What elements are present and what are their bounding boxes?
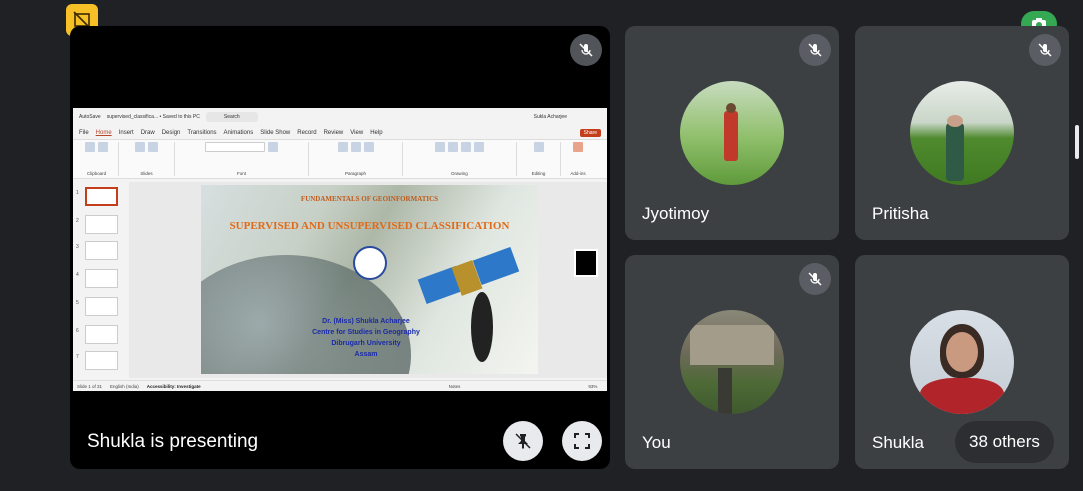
menu-draw: Draw xyxy=(140,129,155,136)
menu-help: Help xyxy=(370,129,383,136)
ppt-title-bar: AutoSave supervised_classifica... • Save… xyxy=(73,108,607,126)
slide-title: SUPERVISED AND UNSUPERVISED CLASSIFICATI… xyxy=(229,220,510,232)
author-name: Dr. (Miss) Shukla Acharjee xyxy=(322,318,410,325)
menu-review: Review xyxy=(323,129,344,136)
satellite-dish xyxy=(471,292,493,362)
ppt-ribbon: Clipboard Slides Font Paragraph Drawing … xyxy=(73,139,607,179)
ppt-user: Sukla Acharjee xyxy=(533,114,567,120)
slide-thumb xyxy=(85,187,118,206)
ribbon-group-addins: Add-ins xyxy=(565,142,595,176)
avatar xyxy=(680,310,784,414)
autosave-label: AutoSave xyxy=(79,114,101,120)
slide-thumbnails: 1 2 3 4 5 6 7 xyxy=(73,182,125,378)
menu-insert: Insert xyxy=(118,129,134,136)
slide-thumb xyxy=(85,215,118,234)
university-logo xyxy=(353,246,387,280)
powerpoint-window: AutoSave supervised_classifica... • Save… xyxy=(73,108,607,391)
participant-tile-you[interactable]: You xyxy=(625,255,839,469)
avatar xyxy=(680,81,784,185)
menu-design: Design xyxy=(161,129,181,136)
menu-transitions: Transitions xyxy=(187,129,217,136)
slide-count: Slide 1 of 31 xyxy=(77,383,103,389)
ppt-search: Search xyxy=(205,112,258,122)
slide-thumb xyxy=(85,325,118,344)
ribbon-group-slides: Slides xyxy=(123,142,175,176)
mic-off-icon xyxy=(799,263,831,295)
slide-author: Dr. (Miss) Shukla Acharjee Centre for St… xyxy=(291,316,441,360)
slide-thumb xyxy=(85,269,118,288)
slide-thumb xyxy=(85,297,118,316)
menu-animations: Animations xyxy=(223,129,254,136)
author-state: Assam xyxy=(354,351,378,358)
participant-tile-pritisha[interactable]: Pritisha xyxy=(855,26,1069,240)
slide-thumb xyxy=(85,351,118,370)
language: English (India) xyxy=(110,383,139,389)
presenter-label: Shukla is presenting xyxy=(87,431,259,452)
participant-name: Pritisha xyxy=(872,204,929,223)
ribbon-group-font: Font xyxy=(179,142,309,176)
participant-name: You xyxy=(642,433,671,452)
ribbon-group-paragraph: Paragraph xyxy=(313,142,403,176)
menu-file: File xyxy=(79,129,89,136)
zoom-level: 93% xyxy=(588,383,598,389)
accessibility-status: Accessibility: Investigate xyxy=(146,383,201,389)
mic-off-icon xyxy=(570,34,602,66)
participant-tile-jyotimoy[interactable]: Jyotimoy xyxy=(625,26,839,240)
file-name: supervised_classifica... • Saved to this… xyxy=(106,114,200,120)
current-slide: FUNDAMENTALS OF GEOINFORMATICS SUPERVISE… xyxy=(201,185,538,374)
slide-canvas: FUNDAMENTALS OF GEOINFORMATICS SUPERVISE… xyxy=(129,182,607,378)
meet-screen: AutoSave supervised_classifica... • Save… xyxy=(0,0,1083,491)
menu-view: View xyxy=(350,129,364,136)
avatar xyxy=(910,81,1014,185)
others-button[interactable]: 38 others xyxy=(955,421,1054,463)
participant-name: Shukla xyxy=(872,433,924,452)
share-button: Share xyxy=(579,128,601,137)
notes-button: Notes xyxy=(448,383,461,389)
author-dept: Centre for Studies in Geography xyxy=(312,329,420,336)
avatar xyxy=(910,310,1014,414)
scrollbar[interactable] xyxy=(1075,125,1079,159)
ppt-status-bar: Slide 1 of 31 English (India) Accessibil… xyxy=(73,380,607,391)
mic-off-icon xyxy=(1029,34,1061,66)
ppt-menu-bar: File Home Insert Draw Design Transitions… xyxy=(73,126,607,139)
menu-slide-show: Slide Show xyxy=(260,129,291,136)
participant-name: Jyotimoy xyxy=(642,204,710,223)
unpin-button[interactable] xyxy=(503,421,543,461)
fullscreen-button[interactable] xyxy=(562,421,602,461)
menu-record: Record xyxy=(297,129,317,136)
satellite-panel xyxy=(472,246,520,286)
presentation-tile[interactable]: AutoSave supervised_classifica... • Save… xyxy=(70,26,610,469)
ribbon-group-drawing: Drawing xyxy=(407,142,517,176)
menu-home: Home xyxy=(95,129,112,136)
author-univ: Dibrugarh University xyxy=(331,340,401,347)
cursor-box xyxy=(574,249,598,277)
ribbon-group-clipboard: Clipboard xyxy=(79,142,119,176)
mic-off-icon xyxy=(799,34,831,66)
slide-heading: FUNDAMENTALS OF GEOINFORMATICS xyxy=(300,195,439,203)
slide-thumb xyxy=(85,241,118,260)
ribbon-group-editing: Editing xyxy=(521,142,561,176)
